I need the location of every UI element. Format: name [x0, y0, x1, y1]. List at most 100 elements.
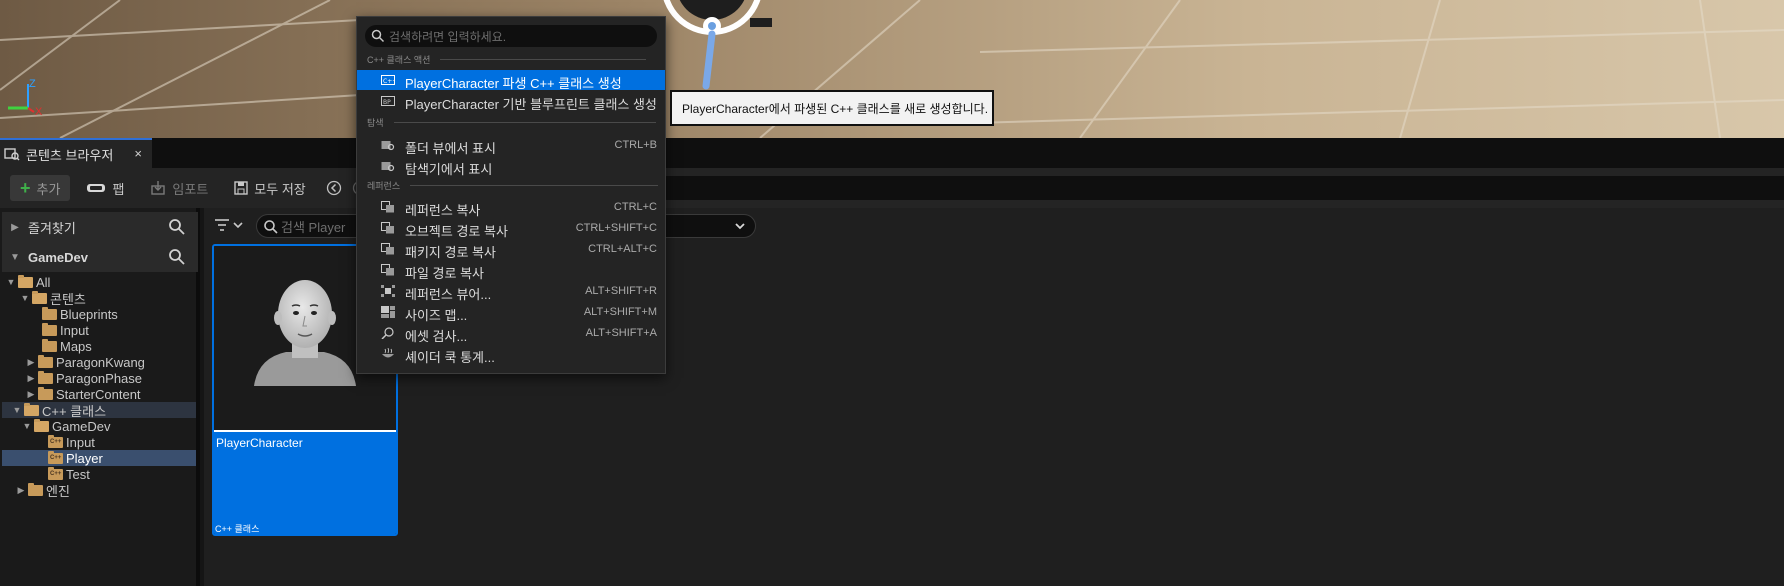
- expanded-caret-icon[interactable]: ▼: [6, 277, 16, 287]
- tree-item-label: 콘텐츠: [50, 291, 86, 307]
- chevron-down-icon[interactable]: [733, 219, 747, 233]
- folder-icon: [42, 306, 57, 320]
- menu-item-label: 에셋 검사...: [405, 329, 468, 344]
- section-references-label: 레퍼런스: [367, 180, 401, 191]
- tree-item-label: StarterContent: [56, 386, 141, 402]
- tree-item-label: 엔진: [46, 483, 70, 499]
- tree-item[interactable]: ▼ All: [2, 274, 196, 290]
- tree-item-label: ParagonPhase: [56, 370, 143, 386]
- collapsed-caret-icon[interactable]: ▶: [26, 373, 36, 384]
- menu-item-create-derived-cpp-class[interactable]: C++ PlayerCharacter 파생 C++ 클래스 생성: [357, 70, 665, 91]
- save-all-button[interactable]: 모두 저장: [224, 175, 315, 201]
- fab-icon: [87, 184, 106, 192]
- menu-item-show-in-explorer[interactable]: 탐색기에서 표시: [357, 156, 665, 177]
- menu-item-reference-viewer[interactable]: 레퍼런스 뷰어... ALT+SHIFT+R: [357, 281, 665, 302]
- project-label: GameDev: [28, 249, 88, 265]
- menu-item-label: 오브젝트 경로 복사: [405, 224, 508, 239]
- menu-item-shortcut: ALT+SHIFT+A: [585, 327, 657, 339]
- import-button[interactable]: 임포트: [140, 175, 218, 201]
- tree-item[interactable]: Input: [2, 434, 196, 450]
- copy-icon: [381, 243, 394, 255]
- tree-item-label: ParagonKwang: [56, 354, 145, 370]
- tree-item[interactable]: ▼ 콘텐츠: [2, 290, 196, 307]
- folder-open-icon: [32, 290, 47, 304]
- folder-open-icon: [24, 402, 39, 416]
- filter-dropdown[interactable]: [214, 217, 248, 237]
- expanded-caret-icon[interactable]: ▼: [12, 405, 22, 415]
- menu-item-size-map[interactable]: 사이즈 맵... ALT+SHIFT+M: [357, 302, 665, 323]
- axis-z-label: Z: [29, 78, 36, 90]
- fab-button[interactable]: 팹: [76, 175, 134, 201]
- tree-item-label: Blueprints: [60, 306, 118, 322]
- menu-item-copy-object-path[interactable]: 오브젝트 경로 복사 CTRL+SHIFT+C: [357, 218, 665, 239]
- blueprint-class-icon: BP: [381, 96, 395, 106]
- menu-item-shortcut: CTRL+ALT+C: [588, 243, 657, 255]
- section-references: 레퍼런스: [367, 179, 659, 191]
- tree-item[interactable]: ▼ GameDev: [2, 418, 196, 434]
- menu-item-label: 셰이더 쿡 통계...: [405, 350, 495, 365]
- add-button[interactable]: + 추가: [10, 175, 71, 201]
- copy-icon: [381, 222, 394, 234]
- tree-item-label: Input: [66, 434, 95, 450]
- reference-viewer-icon: [381, 285, 395, 297]
- tree-item[interactable]: Test: [2, 466, 196, 482]
- menu-item-audit-assets[interactable]: 에셋 검사... ALT+SHIFT+A: [357, 323, 665, 344]
- expanded-caret-icon[interactable]: ▼: [20, 293, 30, 303]
- tree-item[interactable]: ▼ C++ 클래스: [2, 402, 196, 419]
- search-icon[interactable]: [168, 248, 186, 266]
- search-icon[interactable]: [168, 218, 186, 236]
- collapsed-caret-icon[interactable]: ▶: [16, 485, 26, 496]
- expanded-caret-icon: ▼: [10, 251, 20, 263]
- favorites-header[interactable]: ▶ 즐겨찾기: [2, 212, 198, 242]
- collapsed-caret-icon[interactable]: ▶: [26, 389, 36, 400]
- tree-item-label: Player: [66, 450, 103, 466]
- history-back-icon[interactable]: [326, 180, 342, 196]
- folder-search-icon: [381, 141, 395, 151]
- size-map-icon: [381, 306, 395, 318]
- tree-item[interactable]: ▶ ParagonPhase: [2, 370, 196, 386]
- folder-icon: [38, 354, 53, 368]
- tree-item[interactable]: Player: [2, 450, 196, 466]
- menu-item-copy-package-path[interactable]: 패키지 경로 복사 CTRL+ALT+C: [357, 239, 665, 260]
- expanded-caret-icon[interactable]: ▼: [22, 421, 32, 431]
- path-breadcrumb-bar[interactable]: [664, 176, 1784, 200]
- menu-item-shader-cook-stats[interactable]: 셰이더 쿡 통계...: [357, 344, 665, 365]
- tree-item-label: C++ 클래스: [42, 403, 107, 419]
- content-browser-tab[interactable]: 콘텐츠 브라우저 ×: [0, 138, 152, 168]
- collapsed-caret-icon: ▶: [11, 221, 19, 233]
- filter-icon: [215, 219, 243, 231]
- close-tab-icon[interactable]: ×: [134, 146, 142, 161]
- tree-item[interactable]: Maps: [2, 338, 196, 354]
- tree-item-label: All: [36, 274, 51, 290]
- content-browser-icon: [4, 148, 20, 161]
- tree-item[interactable]: Blueprints: [2, 306, 196, 322]
- cpp-folder-icon: [48, 450, 63, 464]
- project-header[interactable]: ▼ GameDev: [2, 242, 198, 272]
- folder-open-icon: [18, 274, 33, 288]
- menu-item-shortcut: CTRL+C: [613, 201, 657, 213]
- menu-item-label: 레퍼런스 뷰어...: [405, 287, 492, 302]
- fab-button-label: 팹: [112, 181, 125, 197]
- menu-item-copy-file-path[interactable]: 파일 경로 복사: [357, 260, 665, 281]
- menu-item-label: PlayerCharacter 파생 C++ 클래스 생성: [405, 76, 622, 91]
- svg-text:C++: C++: [383, 78, 395, 85]
- section-cpp-actions: C++ 클래스 액션: [367, 53, 647, 65]
- folder-icon: [38, 386, 53, 400]
- menu-search-input[interactable]: 검색하려면 입력하세요.: [365, 25, 657, 47]
- menu-item-label: 패키지 경로 복사: [405, 245, 496, 260]
- tree-item[interactable]: ▶ 엔진: [2, 482, 196, 499]
- folder-open-icon: [34, 418, 49, 432]
- folder-icon: [42, 322, 57, 336]
- tree-item[interactable]: ▶ ParagonKwang: [2, 354, 196, 370]
- menu-item-show-in-folder-view[interactable]: 폴더 뷰에서 표시 CTRL+B: [357, 135, 665, 156]
- section-explore: 탐색: [367, 116, 656, 128]
- tree-item[interactable]: Input: [2, 322, 196, 338]
- asset-context-menu: 검색하려면 입력하세요. C++ 클래스 액션 탐색 레퍼런스 C++ Play…: [356, 16, 666, 374]
- menu-item-shortcut: CTRL+B: [614, 139, 658, 151]
- menu-item-copy-reference[interactable]: 레퍼런스 복사 CTRL+C: [357, 197, 665, 218]
- search-icon: [371, 29, 385, 43]
- section-divider: [410, 184, 659, 186]
- menu-item-create-blueprint-class[interactable]: BP PlayerCharacter 기반 블루프린트 클래스 생성: [357, 91, 665, 112]
- collapsed-caret-icon[interactable]: ▶: [26, 357, 36, 368]
- folder-search-icon: [381, 162, 395, 172]
